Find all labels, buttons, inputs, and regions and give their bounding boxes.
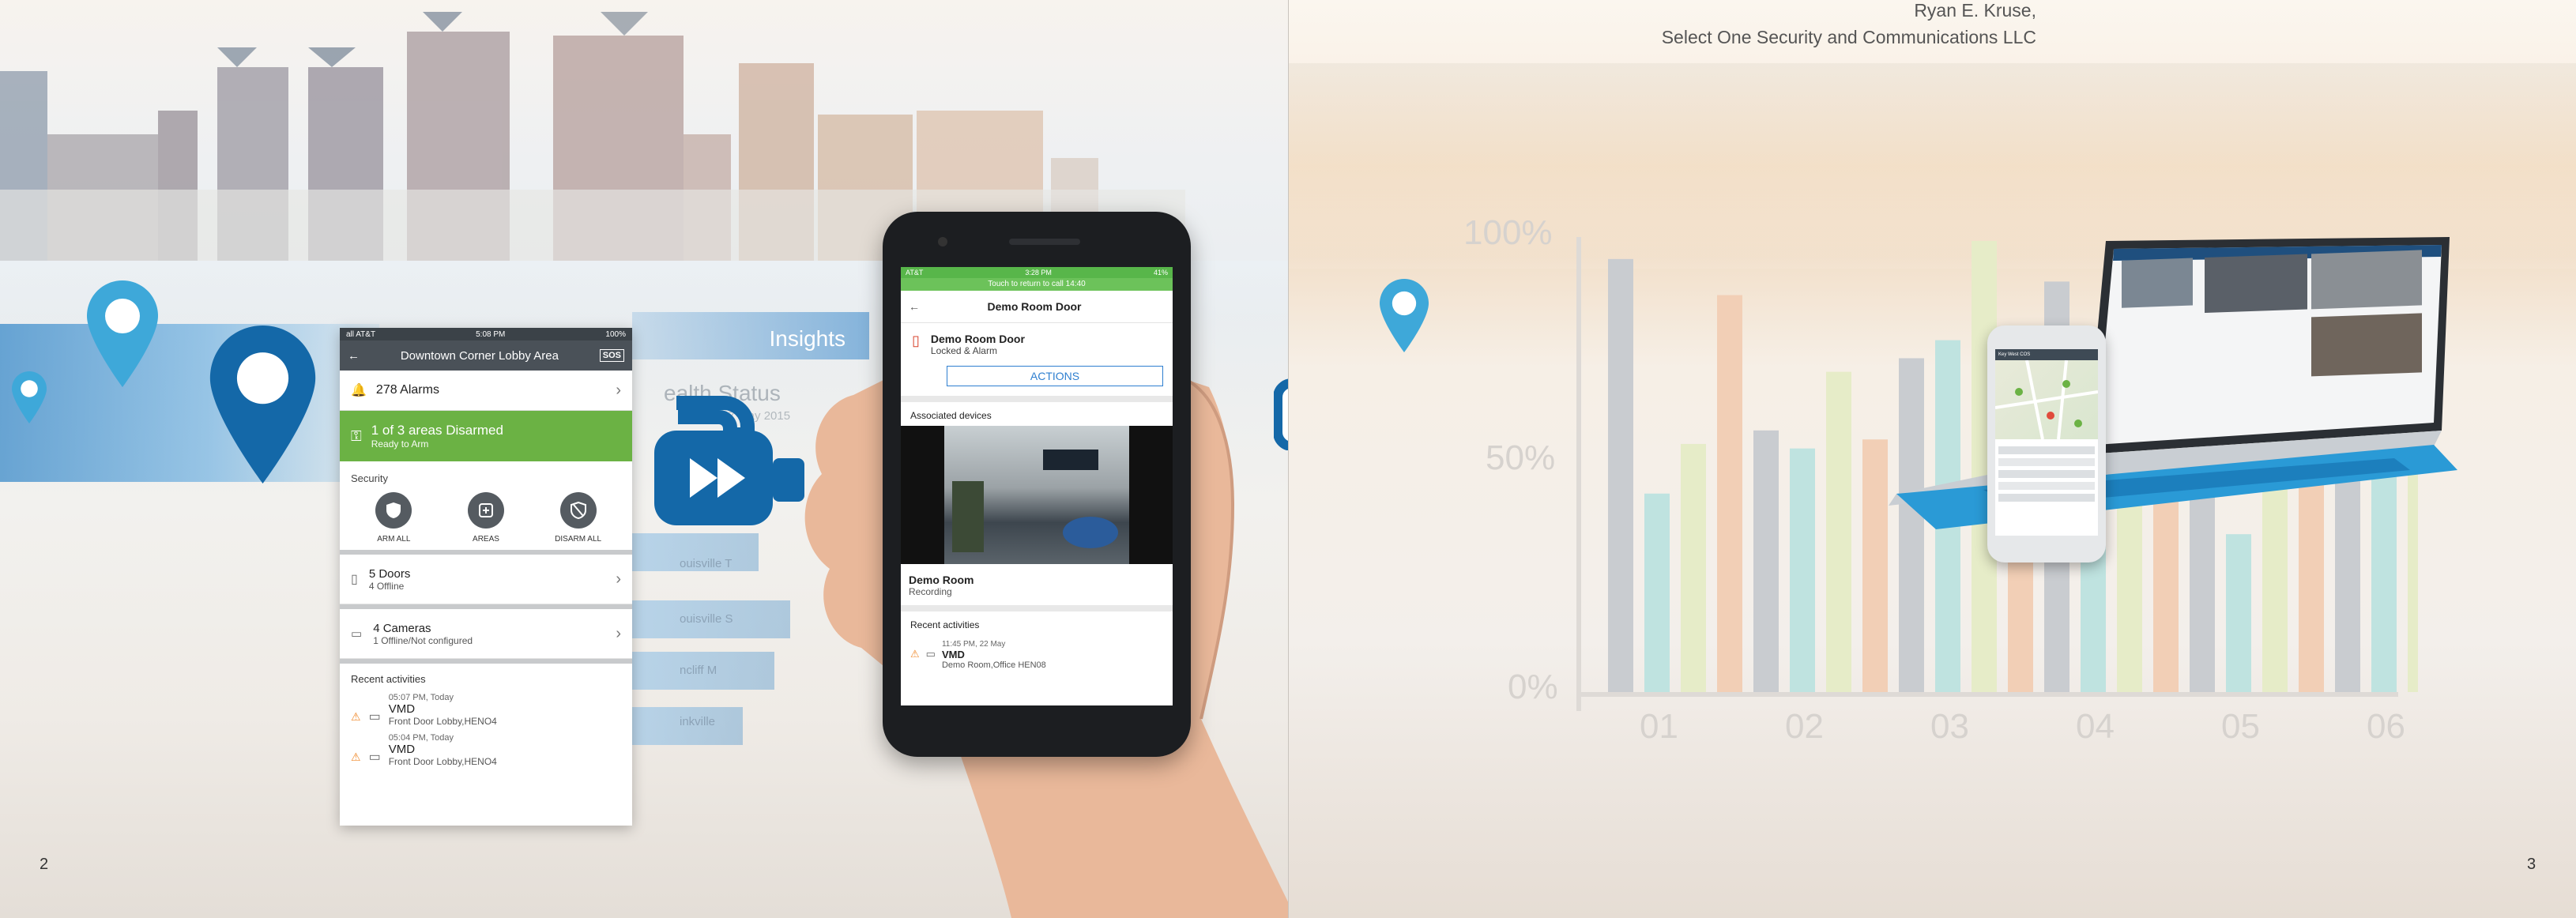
app-header: ← Downtown Corner Lobby Area SOS	[340, 340, 632, 371]
door-info: ▯ Demo Room Door Locked & Alarm	[912, 333, 1025, 356]
chart-bar	[1644, 493, 1670, 692]
back-arrow-icon[interactable]: ←	[909, 300, 920, 313]
status-bar: all AT&T 5:08 PM 100%	[340, 328, 632, 340]
camera-icon: ▭	[368, 751, 381, 764]
associated-devices-label: Associated devices	[910, 410, 992, 421]
page-number: 2	[40, 856, 49, 873]
chart-bar	[1608, 258, 1633, 693]
security-label: Security	[351, 472, 388, 484]
disarm-all-button[interactable]: DISARM ALL	[539, 492, 618, 544]
shield-icon	[375, 492, 412, 529]
chart-bar	[1753, 430, 1779, 692]
chart-bar	[1862, 439, 1888, 692]
x-tick-label: 01	[1640, 707, 1678, 746]
padlock-icon	[1274, 378, 1288, 450]
security-buttons: ARM ALL AREAS DISARM ALL	[340, 489, 632, 550]
activity-item[interactable]: ⚠ ▭ 11:45 PM, 22 May VMD Demo Room,Office …	[901, 635, 1173, 675]
insights-row-label: ouisville T	[680, 557, 733, 570]
credit-company: Select One Security and Communications L…	[1661, 27, 2036, 47]
areas-status-banner[interactable]: ⚿ 1 of 3 areas Disarmed Ready to Arm	[340, 411, 632, 461]
status-bar: AT&T 3:28 PM 41%	[901, 267, 1173, 278]
camera-feed[interactable]	[901, 426, 1173, 564]
chevron-right-icon: ›	[616, 624, 621, 642]
insights-row-label: ouisville S	[680, 612, 733, 626]
areas-button[interactable]: AREAS	[446, 492, 525, 544]
x-axis	[1576, 692, 2398, 697]
activity-item[interactable]: ⚠ ▭ 05:04 PM, Today VMD Front Door Lobby,H…	[340, 730, 632, 770]
chevron-right-icon: ›	[616, 570, 621, 588]
chart-bar	[1681, 443, 1706, 692]
door-alarm-icon: ▯	[912, 333, 920, 348]
table	[1063, 517, 1118, 548]
back-arrow-icon[interactable]: ←	[348, 349, 360, 363]
activity-item[interactable]: ⚠ ▭ 05:07 PM, Today VMD Front Door Lobby,H…	[340, 690, 632, 730]
chart-bar	[1717, 295, 1742, 692]
tablet-laptop	[1889, 237, 2457, 529]
sos-button[interactable]: SOS	[599, 349, 624, 362]
camera-icon: ▭	[368, 710, 381, 724]
credit-block: Ryan E. Kruse, Select One Security and C…	[1662, 0, 2036, 51]
warning-icon: ⚠	[351, 751, 361, 763]
camera-icon: ▭	[925, 648, 936, 660]
doors-row[interactable]: ▯ 5 Doors 4 Offline ›	[340, 555, 632, 604]
map-band	[0, 324, 379, 482]
smartphone-white: Key West COS	[1987, 325, 2106, 562]
alarms-row[interactable]: 🔔 278 Alarms ›	[340, 371, 632, 411]
chevron-right-icon: ›	[616, 381, 621, 399]
x-tick-label: 02	[1785, 707, 1824, 746]
shield-off-icon	[559, 492, 597, 529]
mini-map	[1995, 359, 2098, 440]
front-camera	[938, 237, 947, 246]
map-pin-icon	[1380, 279, 1429, 352]
x-tick-label: 05	[2221, 707, 2260, 746]
warning-icon: ⚠	[910, 648, 920, 660]
arm-all-button[interactable]: ARM ALL	[354, 492, 433, 544]
phone-map-screen: Key West COS	[1995, 349, 2098, 536]
plant	[952, 481, 984, 552]
map-pin-icon	[12, 371, 47, 423]
video-camera-icon	[654, 396, 804, 525]
smartphone: AT&T 3:28 PM 41% Touch to return to call…	[883, 212, 1191, 757]
phone-screen: AT&T 3:28 PM 41% Touch to return to call…	[901, 267, 1173, 705]
bell-icon: 🔔	[351, 384, 367, 397]
mobile-app-screen: all AT&T 5:08 PM 100% ← Downtown Corner …	[340, 328, 632, 826]
recent-activities-title: Recent activities	[351, 673, 426, 685]
speaker-grille	[1009, 239, 1080, 245]
map-pin-icon	[87, 280, 158, 387]
insights-row-label: ncliff M	[680, 664, 717, 677]
monitor	[1043, 450, 1098, 470]
shield-icon: ⚿	[351, 427, 362, 444]
camera-icon: ▭	[351, 627, 363, 641]
map-pin-icon	[209, 325, 316, 483]
door-header: ← Demo Room Door	[901, 291, 1173, 323]
door-icon: ▯	[351, 573, 358, 586]
y-axis	[1576, 237, 1581, 711]
recent-activities-title: Recent activities	[910, 619, 980, 630]
app-title: Downtown Corner Lobby Area	[400, 348, 559, 363]
actions-button[interactable]: ACTIONS	[947, 366, 1163, 386]
x-tick-label: 06	[2367, 707, 2405, 746]
x-tick-label: 04	[2076, 707, 2115, 746]
x-tick-label: 03	[1930, 707, 1969, 746]
credit-name: Ryan E. Kruse,	[1914, 0, 2036, 21]
cameras-row[interactable]: ▭ 4 Cameras 1 Offline/Not configured ›	[340, 609, 632, 659]
chart-bar	[2226, 534, 2251, 692]
left-page: Insights ouisville T ouisville S ncliff …	[0, 0, 1288, 918]
page-number: 3	[2527, 856, 2536, 873]
warning-icon: ⚠	[351, 710, 361, 723]
phone-app-title: Key West COS	[1995, 349, 2098, 360]
chart-bar	[1826, 371, 1851, 692]
chart-bar	[1790, 448, 1815, 692]
return-to-call-bar[interactable]: Touch to return to call 14:40	[901, 278, 1173, 291]
insights-row-label: inkville	[680, 715, 716, 728]
camera-caption: Demo Room Recording	[909, 574, 974, 597]
areas-icon	[467, 492, 504, 529]
